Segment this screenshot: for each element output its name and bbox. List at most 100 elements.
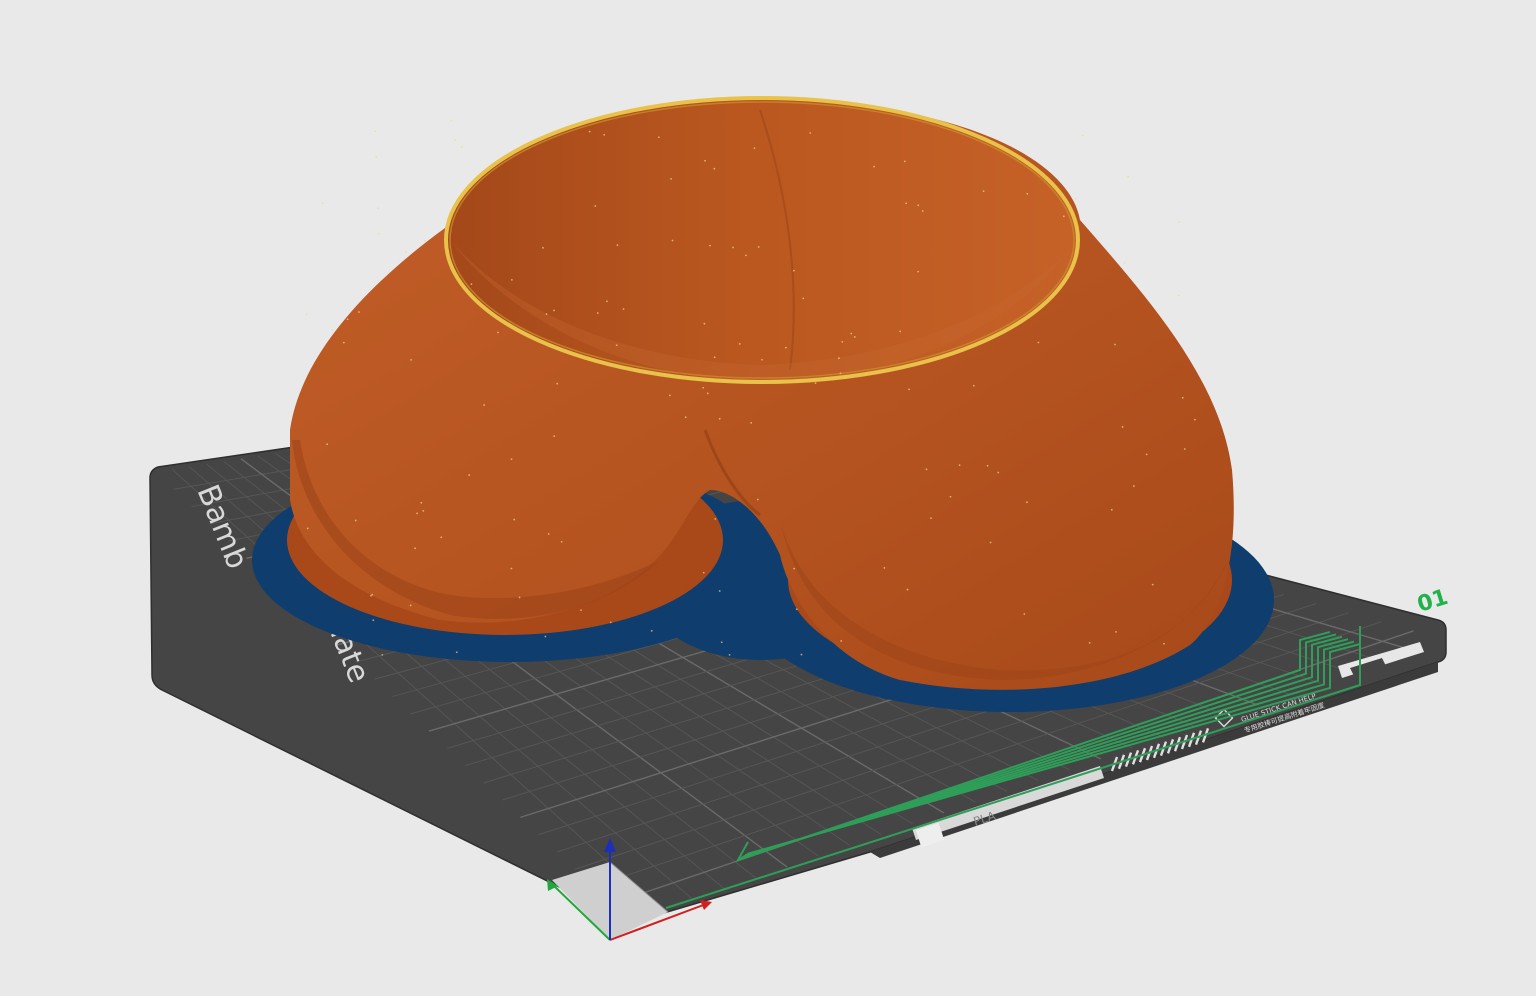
seam-dot [1123, 261, 1126, 264]
seam-dot [709, 244, 711, 247]
seam-dot [375, 156, 378, 158]
seam-dot [545, 313, 548, 315]
seam-dot [560, 540, 563, 543]
seam-dot [899, 330, 902, 333]
seam-dot [906, 588, 909, 591]
seam-dot [972, 384, 975, 387]
seam-dot [321, 202, 324, 205]
seam-dot [925, 468, 928, 471]
seam-dot [1074, 197, 1077, 200]
seam-dot [997, 471, 1000, 474]
seam-dot [370, 594, 372, 597]
seam-dot [706, 392, 709, 395]
seam-dot [1062, 215, 1065, 218]
seam-dot [468, 474, 471, 476]
seam-dot [1023, 613, 1026, 615]
seam-dot [381, 654, 384, 656]
seam-dot [949, 495, 952, 498]
seam-dot [1026, 192, 1029, 195]
seam-dot [802, 297, 805, 300]
seam-dot [306, 527, 309, 530]
seam-dot [424, 239, 427, 242]
seam-dot [497, 331, 499, 334]
seam-dot [809, 132, 812, 134]
seam-dot [513, 518, 516, 521]
seam-dot [547, 533, 550, 535]
seam-dot [580, 609, 582, 612]
seam-dot [420, 501, 423, 504]
seam-dot [542, 246, 544, 249]
seam-dot [409, 604, 412, 607]
seam-dot [450, 119, 453, 122]
seam-dot [510, 458, 513, 460]
seam-dot [358, 311, 360, 313]
seam-dot [1121, 426, 1124, 428]
seam-dot [917, 270, 920, 273]
seam-dot [750, 421, 753, 424]
seam-dot [713, 167, 716, 170]
seam-dot [757, 246, 760, 248]
seam-dot [718, 417, 721, 420]
seam-dot [603, 133, 606, 136]
3d-viewport[interactable]: Bamb late 01 PLA GLUE STICK CAN HELP 专用胶… [0, 0, 1536, 996]
seam-dot [671, 239, 674, 242]
seam-dot [1178, 221, 1181, 224]
seam-dot [556, 382, 559, 385]
seam-dot [342, 341, 345, 344]
seam-dot [1177, 294, 1180, 297]
seam-dot [792, 269, 795, 272]
seam-dot [883, 567, 886, 569]
seam-dot [1183, 448, 1186, 450]
seam-dot [377, 207, 380, 209]
seam-dot [921, 210, 924, 212]
seam-dot [756, 498, 759, 501]
seam-dot [738, 343, 741, 345]
seam-dot [917, 204, 920, 207]
seam-dot [378, 232, 381, 235]
seam-dot [422, 510, 425, 512]
seam-dot [753, 147, 756, 150]
seam-dot [795, 608, 798, 611]
seam-dot [989, 541, 992, 544]
seam-dot [718, 590, 721, 592]
seam-dot [609, 621, 612, 624]
seam-dot [454, 139, 457, 142]
seam-dot [1026, 501, 1028, 504]
seam-dot [684, 416, 687, 419]
seam-dot [544, 635, 547, 638]
seam-dot [668, 394, 671, 397]
seam-dot [483, 404, 486, 406]
seam-dot [331, 329, 334, 331]
seam-dot [841, 340, 844, 343]
seam-dot [594, 205, 597, 207]
seam-dot [814, 382, 817, 385]
seam-dot [930, 517, 932, 520]
seam-dot [670, 177, 673, 180]
seam-dot [346, 318, 349, 321]
seam-dot [873, 165, 875, 168]
seam-dot [455, 651, 458, 654]
seam-dot [853, 336, 856, 338]
seam-dot [1132, 485, 1135, 487]
seam-dot [588, 130, 591, 133]
seam-dot [745, 254, 747, 257]
seam-dot [1194, 418, 1196, 421]
seam-dot [372, 619, 375, 622]
seam-dot [784, 346, 787, 349]
seam-dot [374, 130, 377, 133]
seam-dot [510, 567, 513, 570]
seam-dot [1088, 642, 1091, 644]
seam-dot [713, 356, 716, 359]
seam-dot [838, 357, 840, 360]
seam-dot [405, 250, 408, 253]
seam-dot [982, 190, 985, 193]
seam-dot [1114, 343, 1116, 346]
seam-dot [414, 547, 416, 550]
seam-dot [908, 388, 910, 391]
seam-dot [720, 641, 723, 644]
seam-dot [622, 308, 625, 310]
seam-dot [850, 332, 853, 335]
seam-dot [702, 571, 705, 574]
seam-dot [596, 312, 599, 314]
seam-dot [704, 159, 706, 162]
